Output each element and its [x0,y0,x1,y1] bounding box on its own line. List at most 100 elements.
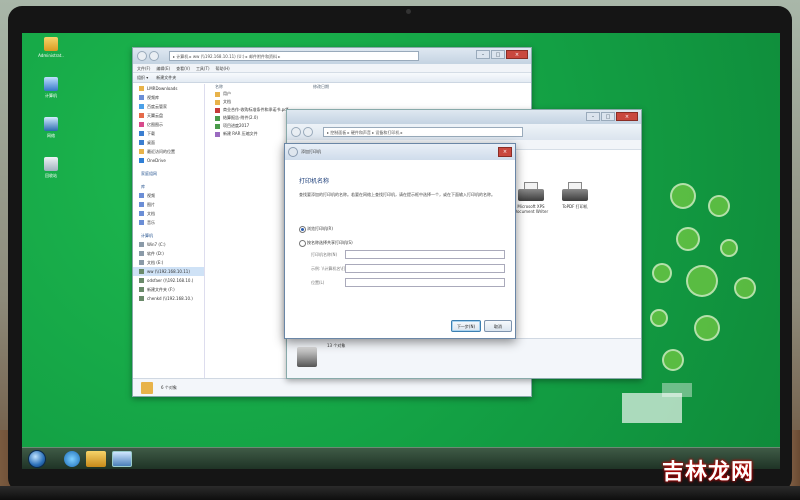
printer-topdf[interactable]: ToPDF 打印机 [555,182,595,210]
devices-status-bar: 13 个对象 [287,338,641,378]
nav-item-selected[interactable]: ww (\\192.168.10.11) [133,267,204,276]
drive-icon [139,287,144,292]
explorer-nav-pane: LMRDownloads 视频库 百度云管家 天翼云盘 亿图图示 下载 桌面 最… [133,84,205,380]
nav-item[interactable]: 文档 [133,209,204,218]
forward-arrow-icon[interactable] [149,51,159,61]
menu-edit[interactable]: 编辑(E) [156,64,170,72]
cloud-icon [139,104,144,109]
desktop-icon-computer[interactable]: 计算机 [36,77,66,99]
devices-titlebar: – □ × [287,110,641,124]
menu-file[interactable]: 文件(F) [137,64,150,72]
desktop-icon [139,140,144,145]
file-row[interactable]: 文档 [213,98,393,106]
printer-label: ToPDF 打印机 [562,204,588,209]
nav-item[interactable]: 软件 (D:) [133,249,204,258]
nav-item[interactable]: 百度云管家 [133,102,204,111]
dialog-title: 添加打印机 [301,149,321,154]
nav-item[interactable]: 图片 [133,200,204,209]
location-field[interactable] [345,278,505,287]
menu-tools[interactable]: 工具(T) [196,64,210,72]
control-panel-icon[interactable] [112,451,132,467]
new-folder-button[interactable]: 新建文件夹 [156,73,176,82]
network-drive-icon [139,278,144,283]
nav-item[interactable]: LMRDownloads [133,84,204,93]
dialog-heading: 打印机名称 [299,178,330,185]
nav-item[interactable]: 亿图图示 [133,120,204,129]
nav-item[interactable]: 桌面 [133,138,204,147]
printer-icon [518,182,544,204]
printer-icon [562,182,588,204]
nav-item[interactable]: 天翼云盘 [133,111,204,120]
minimize-button[interactable]: – [586,112,600,121]
ie-icon[interactable] [64,451,80,467]
nav-item[interactable]: 最近访问的位置 [133,147,204,156]
dialog-close-button[interactable]: × [498,147,512,157]
folder-icon [215,100,220,105]
start-button[interactable] [28,450,46,468]
desktop-icon-label: 回收站 [45,173,57,178]
drive-icon [139,260,144,265]
download-icon [139,131,144,136]
nav-item[interactable]: Win7 (C:) [133,240,204,249]
back-arrow-icon[interactable] [291,127,301,137]
nav-group-computer[interactable]: 计算机 [133,231,204,240]
video-library-icon [139,95,144,100]
cancel-button[interactable]: 取消 [484,320,512,332]
printer-name-field[interactable] [345,250,505,259]
desktop-icon-user-folder[interactable]: Administrat.. [36,37,66,58]
organize-button[interactable]: 组织 ▾ [137,73,148,82]
menu-view[interactable]: 查看(V) [176,64,190,72]
folder-icon[interactable] [86,451,106,467]
printer-label: Microsoft XPS Document Writer [513,204,549,214]
close-button[interactable]: × [616,112,638,121]
webcam [406,9,411,14]
browse-printer-radio[interactable]: 浏览打印机(R) [299,226,333,233]
forward-arrow-icon[interactable] [303,127,313,137]
nav-item[interactable]: 新建文件夹 (F:) [133,285,204,294]
printer-xps[interactable]: Microsoft XPS Document Writer [511,182,551,214]
nav-item[interactable]: odsfaer (\\192.168.10.) [133,276,204,285]
archive-icon [215,132,220,137]
nav-item[interactable]: OneDrive [133,156,204,165]
explorer-toolbar: 组织 ▾ 新建文件夹 [133,73,531,83]
laptop-hinge [0,486,800,500]
nav-item[interactable]: chenkd (\\192.168.10.) [133,294,204,303]
explorer-address-bar[interactable]: ▸ 计算机 ▸ ww (\\192.168.10.11) (U:) ▸ 邮件附件… [169,51,419,61]
nav-item[interactable]: 下载 [133,129,204,138]
next-button[interactable]: 下一步(N) [451,320,481,332]
recycle-bin-icon [44,157,58,171]
diagram-icon [139,122,144,127]
network-drive-icon [139,296,144,301]
desktop-icon-network[interactable]: 网络 [36,117,66,139]
folder-icon [215,92,220,97]
video-icon [139,193,144,198]
drive-icon [139,242,144,247]
minimize-button[interactable]: – [476,50,490,59]
maximize-button[interactable]: □ [601,112,615,121]
file-icon [215,116,220,121]
dialog-titlebar: 添加打印机 × [285,144,515,160]
menu-help[interactable]: 帮助(H) [216,64,230,72]
select-shared-printer-radio[interactable]: 按名称选择共享打印机(S) [299,240,353,247]
nav-item[interactable]: 视频 [133,191,204,200]
back-arrow-icon[interactable] [288,147,298,157]
status-count: 6 个对象 [161,385,177,390]
file-row[interactable]: 用户 [213,90,393,98]
onedrive-icon [139,158,144,163]
printer-example-field[interactable] [345,264,505,273]
maximize-button[interactable]: □ [491,50,505,59]
nav-item[interactable]: 文档 (E:) [133,258,204,267]
close-button[interactable]: × [506,50,528,59]
computer-icon [44,77,58,91]
nav-group-network[interactable]: 家庭组网 [133,169,204,178]
location-label: 位置(L) [311,280,325,285]
desktop-icon-recycle-bin[interactable]: 回收站 [36,157,66,179]
back-arrow-icon[interactable] [137,51,147,61]
download-folder-icon [139,86,144,91]
picture-icon [139,202,144,207]
devices-address-bar[interactable]: ▸ 控制面板 ▸ 硬件和声音 ▸ 设备和打印机 ▸ [323,127,523,137]
printer-name-label: 打印机名称(N) [311,252,338,257]
nav-item[interactable]: 视频库 [133,93,204,102]
nav-group-libraries[interactable]: 库 [133,182,204,191]
nav-item[interactable]: 音乐 [133,218,204,227]
